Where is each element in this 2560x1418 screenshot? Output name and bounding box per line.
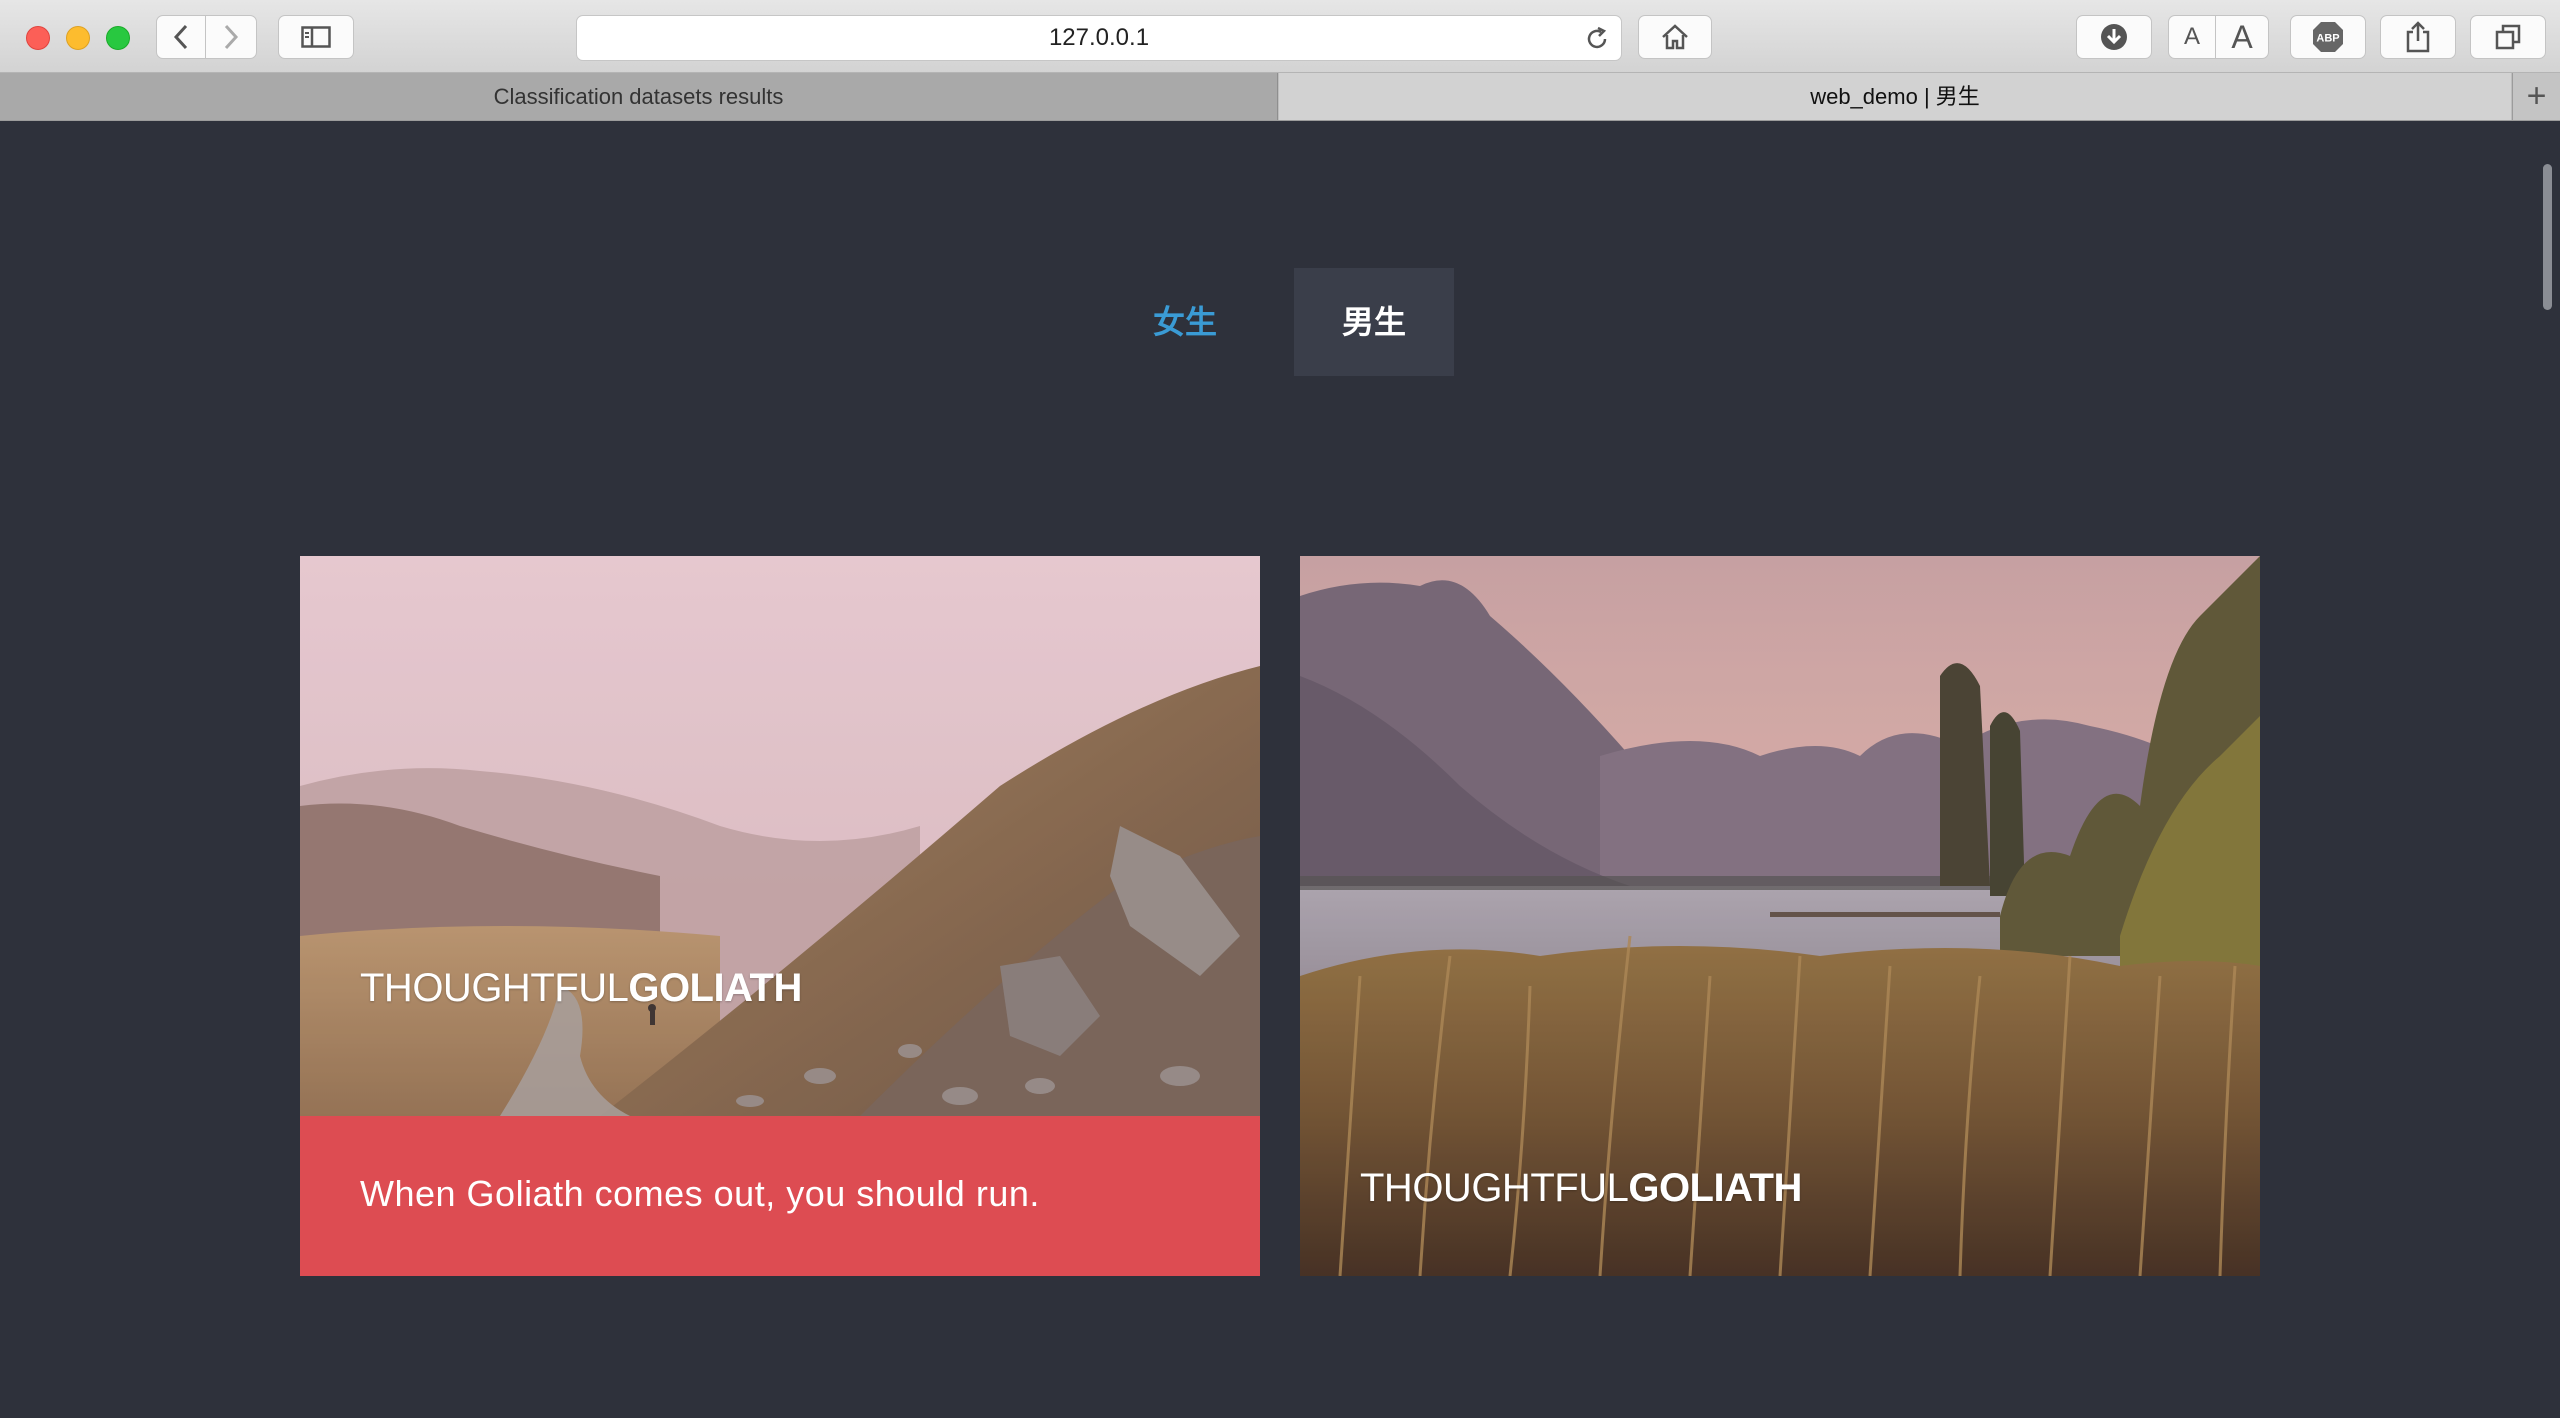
card-title: THOUGHTFULGOLIATH: [360, 966, 802, 1011]
adblock-button[interactable]: ABP: [2290, 15, 2366, 59]
forward-button[interactable]: [205, 15, 257, 59]
gallery-card-mountain[interactable]: THOUGHTFULGOLIATH When Goliath comes out…: [300, 556, 1260, 1276]
card-caption: When Goliath comes out, you should run.: [360, 1173, 1040, 1214]
nav-tab-boys[interactable]: 男生: [1294, 268, 1454, 376]
text-larger-icon: A: [2231, 18, 2253, 55]
download-icon: [2101, 24, 2127, 50]
card-title: THOUGHTFULGOLIATH: [1360, 1166, 1802, 1211]
mountain-trail-photo: [300, 556, 1260, 1116]
share-icon: [2406, 21, 2430, 53]
browser-toolbar: 127.0.0.1 A A ABP: [0, 0, 2560, 73]
minimize-window-button[interactable]: [66, 26, 90, 50]
home-icon: [1662, 24, 1688, 50]
card-title-bold: GOLIATH: [1628, 1166, 1802, 1210]
chevron-left-icon: [173, 24, 188, 50]
sidebar-toggle-button[interactable]: [278, 15, 354, 59]
card-title-light: THOUGHTFUL: [360, 966, 629, 1010]
tabs-icon: [2495, 24, 2521, 50]
tab-bar: Classification datasets results web_demo…: [0, 73, 2560, 121]
downloads-button[interactable]: [2076, 15, 2152, 59]
svg-text:ABP: ABP: [2316, 33, 2339, 45]
card-caption-panel: When Goliath comes out, you should run.: [300, 1116, 1260, 1276]
adblock-icon: ABP: [2313, 22, 2343, 52]
text-size-larger-button[interactable]: A: [2215, 15, 2269, 59]
gallery-card-lake[interactable]: THOUGHTFULGOLIATH: [1300, 556, 2260, 1276]
nav-tab-girls[interactable]: 女生: [1130, 268, 1240, 376]
card-title-bold: GOLIATH: [628, 966, 802, 1010]
close-window-button[interactable]: [26, 26, 50, 50]
home-button[interactable]: [1638, 15, 1712, 59]
reload-icon[interactable]: [1583, 25, 1611, 53]
sidebar-icon: [301, 26, 331, 48]
chevron-right-icon: [224, 24, 239, 50]
url-text: 127.0.0.1: [1048, 24, 1150, 51]
tab-classification-datasets[interactable]: Classification datasets results: [0, 73, 1278, 120]
zoom-window-button[interactable]: [106, 26, 130, 50]
back-button[interactable]: [156, 15, 206, 59]
share-button[interactable]: [2380, 15, 2456, 59]
address-bar[interactable]: 127.0.0.1: [576, 15, 1622, 61]
new-tab-button[interactable]: +: [2512, 73, 2560, 120]
tab-web-demo[interactable]: web_demo | 男生: [1279, 73, 2511, 120]
tabs-overview-button[interactable]: [2470, 15, 2546, 59]
text-size-smaller-button[interactable]: A: [2168, 15, 2216, 59]
card-title-light: THOUGHTFUL: [1360, 1166, 1629, 1210]
text-smaller-icon: A: [2183, 23, 2200, 50]
scrollbar-thumb[interactable]: [2543, 164, 2552, 310]
